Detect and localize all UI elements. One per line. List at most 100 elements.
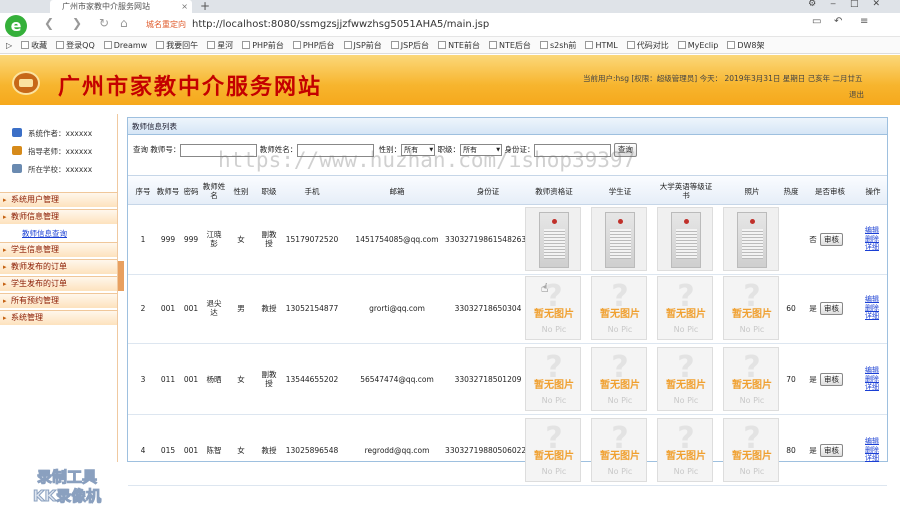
address-bar[interactable]: 城名重定向 http://localhost:8080/ssmgzsjjzfwwz…: [146, 16, 766, 34]
bookmark-item[interactable]: HTML: [585, 37, 618, 53]
mouse-cursor-icon: ☝: [541, 281, 549, 295]
certificate-image[interactable]: [525, 207, 581, 271]
audit-button[interactable]: 审核: [820, 233, 843, 246]
sidebar-info-1: 指导老师：xxxxxx: [12, 146, 92, 157]
cell-heat: 70: [786, 374, 796, 384]
bookmark-item[interactable]: 我要回午: [156, 37, 198, 53]
delete-link[interactable]: 删除: [865, 304, 879, 313]
cell-rank: 教授: [261, 445, 277, 455]
detail-link[interactable]: 详细: [865, 454, 879, 463]
audit-button[interactable]: 审核: [820, 373, 843, 386]
back-icon[interactable]: ❮: [44, 16, 54, 30]
bookmark-item[interactable]: NTE前台: [438, 37, 480, 53]
reload-icon[interactable]: ↻: [99, 16, 109, 30]
certificate-image[interactable]: [657, 207, 713, 271]
no-image-placeholder: ? 暂无图片 No Pic: [591, 418, 647, 482]
nopic-sub: No Pic: [607, 325, 633, 334]
bookmark-item[interactable]: 代码对比: [626, 37, 669, 53]
audit-button[interactable]: 审核: [820, 444, 843, 457]
detail-link[interactable]: 详细: [865, 312, 879, 321]
row-divider: [128, 343, 887, 344]
bookmark-item[interactable]: MyEclip: [677, 37, 718, 53]
bookmark-item[interactable]: JSP前台: [343, 37, 382, 53]
recorder-watermark-line1: 录制工具: [36, 468, 97, 487]
bookmark-item[interactable]: 登录QQ: [56, 37, 95, 53]
cell-audit: 是: [809, 303, 817, 313]
column-header: 性别: [233, 186, 249, 196]
logout-link[interactable]: 退出: [849, 89, 864, 100]
bookmark-label: 收藏: [31, 41, 48, 50]
no-image-placeholder: ? 暂无图片 No Pic: [525, 347, 581, 411]
sidebar: 系统作者：xxxxxx 指导老师：xxxxxx 所在学校：xxxxxx 系统用户管理…: [0, 114, 118, 506]
sidebar-menu-item[interactable]: 学生信息管理: [0, 242, 117, 257]
bookmark-label: Dreamw: [113, 41, 148, 50]
column-header: 手机: [304, 186, 320, 196]
new-tab-icon[interactable]: +: [200, 0, 210, 13]
sidebar-menu-item[interactable]: 学生发布的订单: [0, 276, 117, 291]
sidebar-item-teacher-query[interactable]: 教师信息查询: [22, 228, 67, 239]
bookmark-label: PHP前台: [252, 41, 284, 50]
browser-tab[interactable]: 广州市家教中介服务网站 ×: [50, 0, 192, 13]
edit-link[interactable]: 编辑: [865, 295, 879, 304]
bookmark-item[interactable]: s2sh前: [539, 37, 576, 53]
close-tab-icon[interactable]: ×: [181, 0, 188, 13]
bookmark-item[interactable]: NTE后台: [489, 37, 531, 53]
no-image-placeholder: ? 暂无图片 No Pic: [525, 276, 581, 340]
sidebar-menu-item[interactable]: 教师信息管理: [0, 209, 117, 224]
sidebar-info-label: 指导老师：xxxxxx: [28, 147, 93, 156]
bookmark-item[interactable]: JSP后台: [390, 37, 429, 53]
nopic-text: 暂无图片: [732, 380, 772, 391]
cell-gender: 男: [237, 303, 245, 313]
bookmark-icon: [292, 41, 301, 49]
bookmark-label: PHP后台: [302, 41, 335, 50]
bookmark-sidebar-icon[interactable]: ▷: [6, 37, 12, 53]
sidebar-menu-item[interactable]: 教师发布的订单: [0, 259, 117, 274]
cell-gender: 女: [237, 445, 245, 455]
delete-link[interactable]: 删除: [865, 235, 879, 244]
reader-icon[interactable]: ▭: [812, 16, 821, 27]
window-controls[interactable]: ⚙‒□✕: [808, 0, 894, 9]
no-image-placeholder: ? 暂无图片 No Pic: [723, 418, 779, 482]
sidebar-collapse-handle[interactable]: [118, 261, 124, 291]
nopic-text: 暂无图片: [732, 451, 772, 462]
nopic-text: 暂无图片: [732, 309, 772, 320]
detail-link[interactable]: 详细: [865, 383, 879, 392]
certificate-image[interactable]: [591, 207, 647, 271]
cell-name: 江晓彭: [206, 230, 222, 248]
bookmark-item[interactable]: DW8架: [727, 37, 765, 53]
row-divider: [128, 274, 887, 275]
certificate-image[interactable]: [723, 207, 779, 271]
edit-link[interactable]: 编辑: [865, 366, 879, 375]
nopic-text: 暂无图片: [666, 451, 706, 462]
column-header: 大学英语等级证书: [659, 182, 713, 200]
column-header: 教师姓名: [202, 182, 226, 200]
bookmarks-bar: ▷ 收藏 登录QQ Dreamw 我要回午 星河 PHP前台 PHP后台 JSP前台 JSP后台 N…: [0, 37, 900, 54]
delete-link[interactable]: 删除: [865, 446, 879, 455]
sidebar-menu-item[interactable]: 系统用户管理: [0, 192, 117, 207]
sidebar-menu-item[interactable]: 系统管理: [0, 310, 117, 325]
sidebar-menu-item[interactable]: 所有预约管理: [0, 293, 117, 308]
bookmark-item[interactable]: PHP前台: [242, 37, 284, 53]
site-logo-icon: [12, 71, 40, 95]
audit-button[interactable]: 审核: [820, 302, 843, 315]
bookmark-item[interactable]: 收藏: [21, 37, 48, 53]
edit-link[interactable]: 编辑: [865, 226, 879, 235]
bookmark-label: DW8架: [737, 41, 765, 50]
nopic-text: 暂无图片: [534, 309, 574, 320]
delete-link[interactable]: 删除: [865, 375, 879, 384]
column-header: 照片: [744, 186, 760, 196]
cell-tno: 011: [160, 374, 176, 384]
detail-link[interactable]: 详细: [865, 243, 879, 252]
column-header: 热度: [783, 186, 799, 196]
sidebar-info-label: 系统作者：xxxxxx: [28, 129, 93, 138]
bookmark-item[interactable]: PHP后台: [292, 37, 335, 53]
bookmark-icon: [56, 41, 65, 49]
home-icon[interactable]: ⌂: [120, 16, 128, 30]
forward-icon[interactable]: ❯: [72, 16, 82, 30]
bookmark-item[interactable]: Dreamw: [103, 37, 148, 53]
edit-link[interactable]: 编辑: [865, 437, 879, 446]
undo-icon[interactable]: ↶: [834, 16, 842, 27]
menu-icon[interactable]: ≡: [860, 16, 868, 27]
bookmark-item[interactable]: 星河: [207, 37, 233, 53]
no-image-placeholder: ? 暂无图片 No Pic: [591, 276, 647, 340]
